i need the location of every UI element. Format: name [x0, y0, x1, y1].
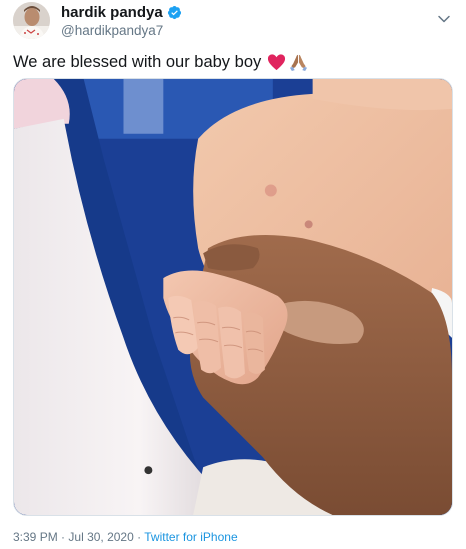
avatar-photo-icon: [13, 2, 50, 39]
tweet-text: We are blessed with our baby boy: [13, 50, 453, 74]
newborn-hand-photo: [14, 79, 452, 515]
profile-avatar[interactable]: [13, 2, 50, 39]
tweet-card: hardik pandya @hardikpandya7 We are bles…: [0, 0, 466, 549]
tweet-date[interactable]: Jul 30, 2020: [68, 530, 133, 544]
verified-badge-icon: [167, 5, 182, 20]
tweet-time[interactable]: 3:39 PM: [13, 530, 58, 544]
folded-hands-icon: [289, 53, 308, 72]
tweet-photo[interactable]: [13, 78, 453, 516]
meta-separator: ·: [61, 530, 66, 544]
display-name[interactable]: hardik pandya: [61, 4, 163, 21]
chevron-down-icon[interactable]: [437, 12, 451, 26]
tweet-header: hardik pandya @hardikpandya7: [13, 2, 453, 44]
tweet-source-link[interactable]: Twitter for iPhone: [144, 530, 237, 544]
meta-separator-2: ·: [137, 530, 142, 544]
red-heart-icon: [267, 53, 286, 72]
display-name-row: hardik pandya: [61, 4, 182, 21]
user-handle[interactable]: @hardikpandya7: [61, 22, 182, 39]
user-names: hardik pandya @hardikpandya7: [61, 4, 182, 39]
tweet-meta: 3:39 PM · Jul 30, 2020 · Twitter for iPh…: [13, 530, 238, 544]
tweet-text-body: We are blessed with our baby boy: [13, 53, 262, 71]
